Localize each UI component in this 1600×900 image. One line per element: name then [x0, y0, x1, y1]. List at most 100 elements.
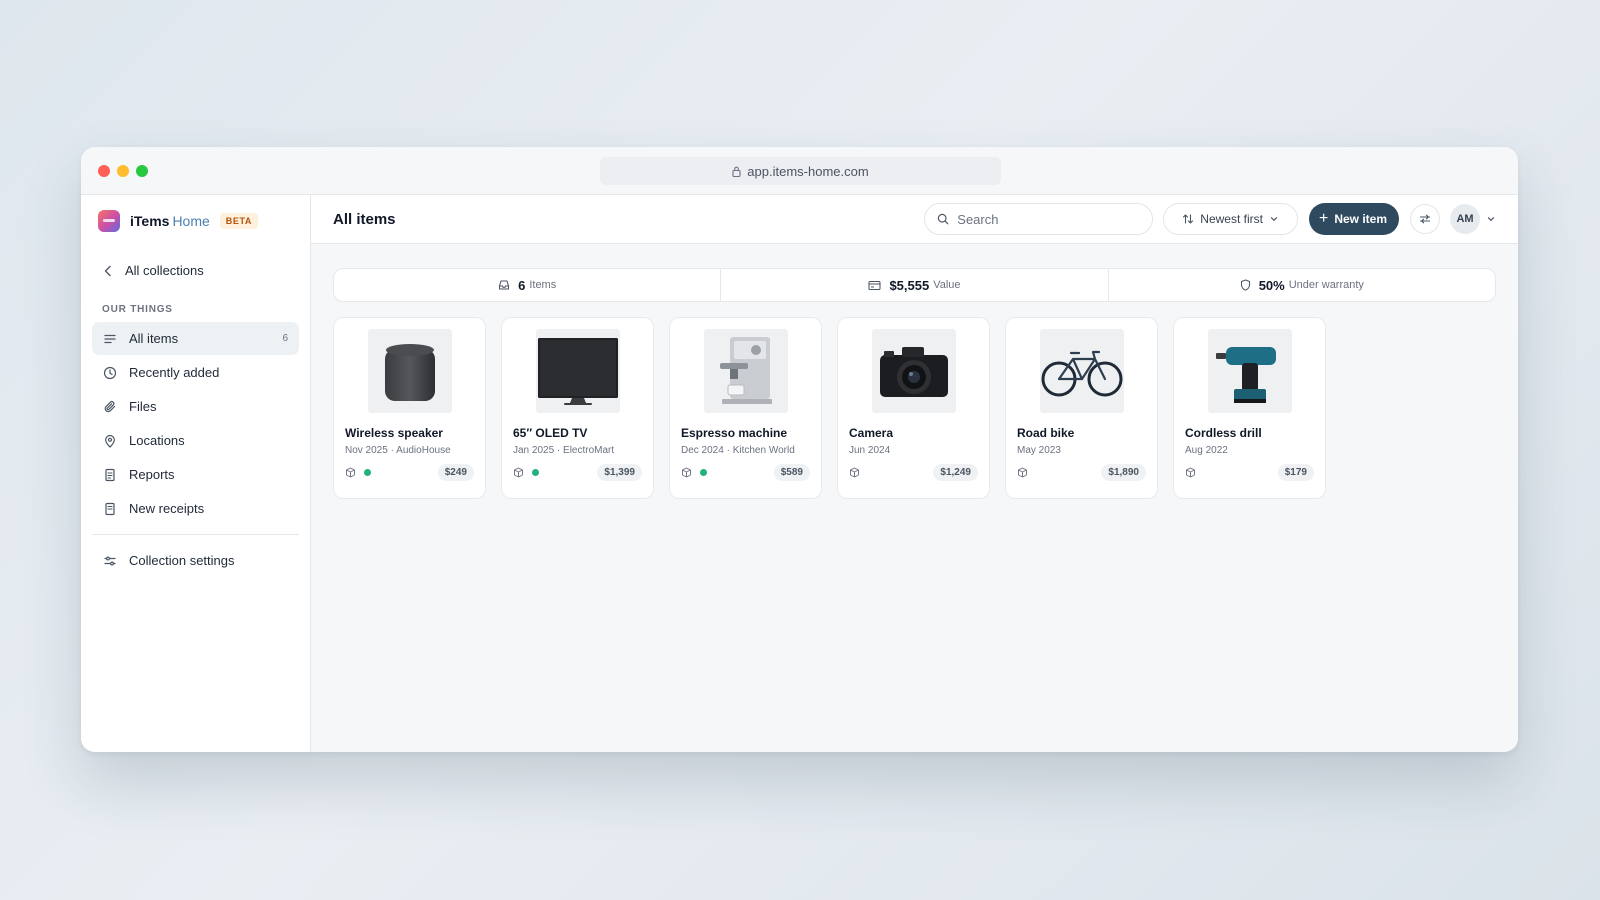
user-menu[interactable]: AM — [1450, 204, 1496, 234]
item-image-bike — [1039, 329, 1124, 413]
item-price: $1,890 — [1101, 463, 1146, 481]
url-text: app.items-home.com — [747, 163, 869, 179]
window-controls — [98, 165, 148, 177]
stat-value: 6 — [518, 277, 526, 293]
sidebar-item-locations[interactable]: Locations — [92, 424, 299, 457]
app-logo-icon — [98, 210, 120, 232]
item-price: $589 — [773, 463, 810, 481]
stat-items: 6 Items — [334, 269, 722, 301]
package-icon — [346, 467, 355, 477]
item-title: Road bike — [1017, 426, 1075, 440]
sidebar-item-label: Files — [129, 399, 157, 414]
item-price: $1,249 — [933, 463, 978, 481]
sidebar-item-files[interactable]: Files — [92, 390, 299, 423]
receipt-icon — [105, 502, 115, 515]
item-card[interactable]: Camera Jun 2024 $1,249 — [837, 317, 990, 499]
sidebar-item-label: Recently added — [129, 365, 220, 380]
browser-titlebar: app.items-home.com — [81, 147, 1518, 195]
sidebar-item-recently-added[interactable]: Recently added — [92, 356, 299, 389]
item-footer: $1,399 — [513, 463, 642, 481]
filter-button[interactable] — [1410, 204, 1440, 234]
package-icon — [682, 467, 691, 477]
package-icon — [1186, 467, 1195, 477]
all-collections-link[interactable]: All collections — [81, 251, 310, 290]
sidebar-item-label: All items — [129, 331, 179, 346]
stat-value: 50% — [1258, 277, 1285, 293]
item-title: Camera — [849, 426, 894, 440]
item-price: $179 — [1277, 463, 1314, 481]
sidebar-item-reports[interactable]: Reports — [92, 458, 299, 491]
list-icon — [104, 334, 116, 343]
item-footer: $249 — [345, 463, 474, 481]
brand[interactable]: iTems Home BETA — [81, 195, 310, 247]
shield-icon — [1240, 279, 1250, 291]
stat-label: Items — [529, 279, 557, 291]
avatar: AM — [1450, 204, 1480, 234]
item-meta: Dec 2024 · Kitchen World — [681, 445, 795, 456]
package-icon — [850, 467, 859, 477]
sidebar-item-all-items[interactable]: All items 6 — [92, 322, 299, 355]
package-icon — [514, 467, 523, 477]
sidebar: iTems Home BETA All collections OUR THIN… — [81, 195, 311, 752]
main-content: All items Newest first + New item — [311, 195, 1518, 752]
sidebar-divider — [92, 534, 299, 535]
stats-bar: 6 Items $5,555 Value 50% Under warranty — [333, 268, 1496, 302]
card-icon — [868, 280, 881, 290]
chevron-down-icon — [1270, 217, 1278, 222]
item-meta: Aug 2022 — [1185, 445, 1228, 456]
item-footer: $1,890 — [1017, 463, 1146, 481]
item-price: $1,399 — [597, 463, 642, 481]
item-card[interactable]: 65″ OLED TV Jan 2025 · ElectroMart $1,39… — [501, 317, 654, 499]
warranty-status-dot — [364, 468, 371, 476]
topbar: All items Newest first + New item — [311, 195, 1518, 244]
maximize-window-button[interactable] — [136, 165, 148, 177]
sort-dropdown[interactable]: Newest first — [1163, 203, 1298, 235]
item-card[interactable]: Wireless speaker Nov 2025 · AudioHouse $… — [333, 317, 486, 499]
new-item-button[interactable]: + New item — [1308, 203, 1399, 235]
search-icon — [938, 213, 949, 225]
sort-arrows-icon — [1183, 214, 1194, 224]
address-bar[interactable]: app.items-home.com — [600, 157, 1001, 185]
sidebar-item-new-receipts[interactable]: New receipts — [92, 492, 299, 525]
stat-label: Value — [933, 279, 961, 291]
search-input[interactable] — [957, 211, 1128, 227]
lock-icon — [732, 166, 741, 177]
item-card[interactable]: Road bike May 2023 $1,890 — [1005, 317, 1158, 499]
sliders-icon — [104, 555, 116, 566]
item-footer: $1,249 — [849, 463, 978, 481]
item-card[interactable]: Espresso machine Dec 2024 · Kitchen Worl… — [669, 317, 822, 499]
item-card[interactable]: Cordless drill Aug 2022 $179 — [1173, 317, 1326, 499]
collection-settings-link[interactable]: Collection settings — [92, 544, 299, 577]
page-title: All items — [333, 210, 396, 228]
search-box[interactable] — [924, 203, 1154, 235]
brand-name-suffix: Home — [172, 213, 210, 229]
topbar-actions: Newest first + New item AM — [924, 203, 1496, 235]
close-window-button[interactable] — [98, 165, 110, 177]
items-grid: Wireless speaker Nov 2025 · AudioHouse $… — [333, 317, 1326, 499]
inbox-icon — [499, 280, 510, 290]
item-image-espresso — [703, 329, 788, 413]
filter-sliders-icon — [1419, 214, 1431, 224]
beta-badge: BETA — [219, 213, 259, 229]
item-meta: Nov 2025 · AudioHouse — [345, 445, 451, 456]
sidebar-item-label: New receipts — [129, 501, 205, 516]
all-collections-label: All collections — [125, 263, 204, 278]
minimize-window-button[interactable] — [117, 165, 129, 177]
map-pin-icon — [105, 434, 115, 448]
item-image-camera — [871, 329, 956, 413]
stat-label: Under warranty — [1288, 279, 1364, 291]
collection-settings-label: Collection settings — [129, 553, 235, 568]
item-image-drill — [1207, 329, 1292, 413]
item-image-speaker — [367, 329, 452, 413]
item-meta: Jun 2024 — [849, 445, 891, 456]
paperclip-icon — [104, 400, 116, 412]
item-title: Wireless speaker — [345, 426, 443, 440]
item-title: Espresso machine — [681, 426, 788, 440]
item-title: Cordless drill — [1185, 426, 1262, 440]
package-icon — [1018, 467, 1027, 477]
report-icon — [105, 468, 115, 481]
chevron-down-icon — [1487, 217, 1495, 222]
stat-warranty: 50% Under warranty — [1109, 269, 1495, 301]
sort-label: Newest first — [1200, 212, 1263, 226]
clock-icon — [103, 366, 117, 379]
